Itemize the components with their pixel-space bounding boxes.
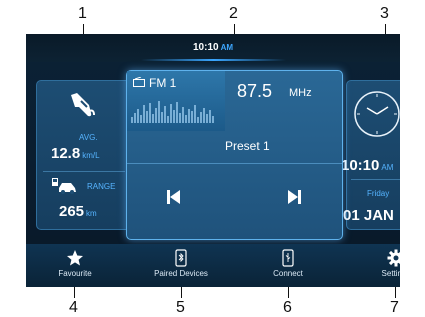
fuel-nozzle-icon bbox=[71, 93, 95, 117]
clock-time: 10:10 AM bbox=[341, 157, 393, 174]
callout-1: 1 bbox=[78, 5, 87, 22]
connect-label: Connect bbox=[273, 269, 303, 278]
analog-clock-icon bbox=[354, 91, 400, 137]
fuel-divider bbox=[43, 171, 125, 172]
date: 01 JAN bbox=[343, 207, 394, 224]
range-label: RANGE bbox=[87, 182, 116, 191]
callout-6: 6 bbox=[283, 299, 292, 316]
audio-waveform bbox=[131, 101, 221, 123]
favourite-button[interactable]: Favourite bbox=[45, 247, 105, 285]
settings-label: Settings bbox=[381, 269, 400, 278]
next-track-icon[interactable] bbox=[287, 189, 301, 205]
previous-track-icon[interactable] bbox=[167, 189, 181, 205]
radio-frequency: 87.5 bbox=[237, 81, 273, 101]
paired-devices-label: Paired Devices bbox=[154, 269, 208, 278]
callout-7: 7 bbox=[390, 299, 399, 316]
range-number: 265 bbox=[59, 203, 85, 220]
avg-unit: km/L bbox=[82, 151, 100, 160]
settings-button[interactable]: Settings bbox=[366, 247, 400, 285]
paired-devices-button[interactable]: Paired Devices bbox=[146, 247, 216, 285]
fuel-panel[interactable]: AVG. 12.8 km/L RANGE 265 km bbox=[36, 80, 133, 230]
range-value: 265 km bbox=[59, 203, 97, 220]
connect-button[interactable]: Connect bbox=[258, 247, 318, 285]
clock-panel[interactable]: 10:10 AM Friday 01 JAN bbox=[341, 80, 400, 230]
infotainment-screen: 10:10 AM AVG. 12.8 km/L RANGE 265 km 10:… bbox=[26, 34, 400, 287]
radio-preset: Preset 1 bbox=[225, 139, 270, 153]
clock-ampm: AM bbox=[381, 163, 394, 172]
star-icon bbox=[67, 250, 83, 266]
clock-time-value: 10:10 bbox=[341, 157, 380, 174]
avg-value: 12.8 km/L bbox=[51, 145, 100, 162]
favourite-label: Favourite bbox=[58, 269, 92, 278]
usb-phone-icon bbox=[282, 249, 294, 267]
car-range-icon bbox=[52, 178, 76, 194]
bluetooth-phone-icon bbox=[175, 249, 187, 267]
callout-3: 3 bbox=[380, 5, 389, 22]
gear-icon bbox=[387, 249, 400, 267]
status-time: 10:10 bbox=[192, 42, 219, 53]
radio-panel[interactable]: FM 1 87.5 MHz Preset 1 bbox=[126, 70, 343, 240]
radio-icon bbox=[133, 77, 145, 87]
clock-divider bbox=[351, 179, 400, 180]
range-unit: km bbox=[86, 209, 97, 218]
status-clock: 10:10 AM bbox=[26, 42, 400, 53]
avg-label: AVG. bbox=[79, 133, 98, 142]
radio-freq-unit: MHz bbox=[289, 87, 312, 99]
callout-2: 2 bbox=[229, 5, 238, 22]
radio-band: FM 1 bbox=[149, 76, 177, 90]
status-ampm: AM bbox=[220, 43, 234, 52]
status-glow bbox=[141, 59, 286, 61]
callout-5: 5 bbox=[176, 299, 185, 316]
callout-4: 4 bbox=[69, 299, 78, 316]
radio-divider bbox=[127, 163, 342, 164]
weekday: Friday bbox=[367, 189, 390, 198]
avg-number: 12.8 bbox=[51, 145, 81, 162]
